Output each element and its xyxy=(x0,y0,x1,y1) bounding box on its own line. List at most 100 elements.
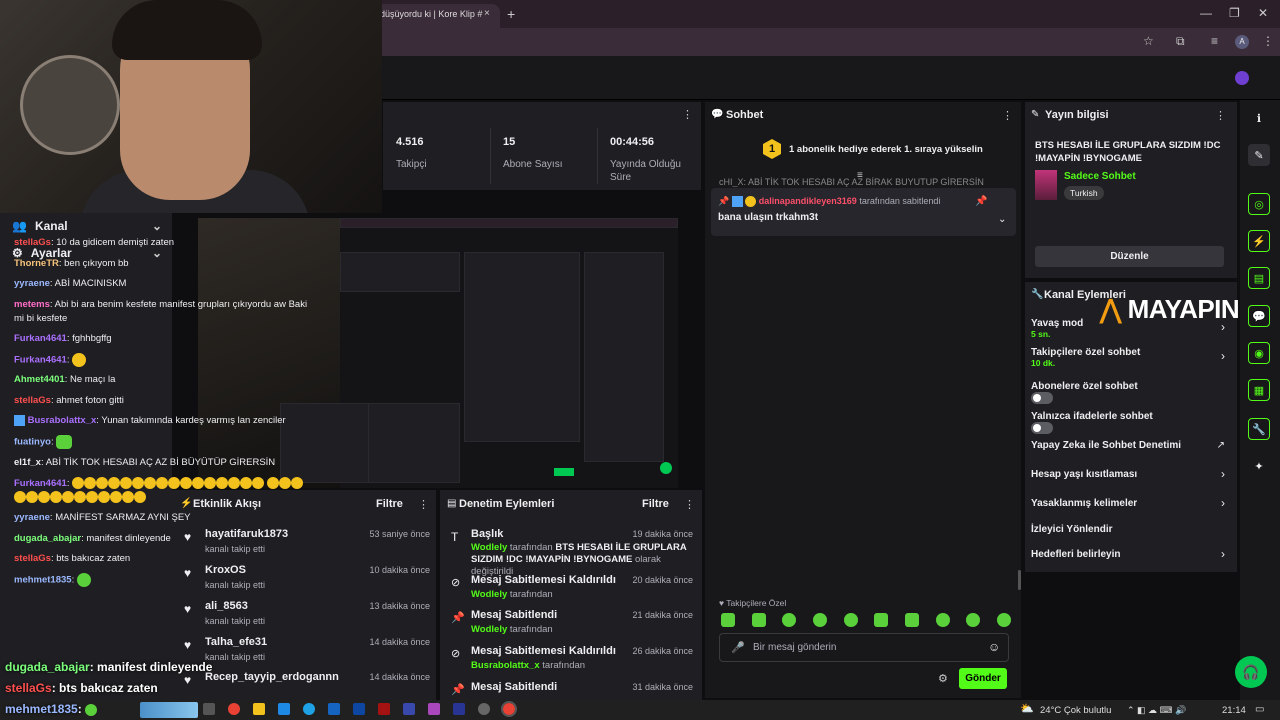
mod-filter-button[interactable]: Filtre xyxy=(642,498,669,510)
media-icon[interactable]: ≡ xyxy=(1211,34,1218,48)
chat-user[interactable]: yyraene xyxy=(14,278,50,289)
taskbar-clock[interactable]: 21:14 xyxy=(1222,705,1246,716)
info-icon[interactable]: ℹ xyxy=(1248,107,1270,129)
emote-only-toggle[interactable] xyxy=(1031,422,1053,434)
chat-user[interactable]: ThorneTR xyxy=(14,258,59,269)
edit-icon[interactable]: ✎ xyxy=(1248,144,1270,166)
action-goals[interactable]: Hedefleri belirleyin › xyxy=(1031,547,1227,561)
action-emote-only[interactable]: Yalnızca ifadelerle sohbet xyxy=(1031,411,1227,434)
emote-icon[interactable] xyxy=(996,613,1011,627)
minimize-button[interactable]: — xyxy=(1200,6,1212,20)
layout-icon[interactable]: ▦ xyxy=(1248,379,1270,401)
weather-text[interactable]: 24°C Çok bulutlu xyxy=(1040,705,1111,716)
bookmark-star-icon[interactable]: ☆ xyxy=(1143,34,1154,48)
edit-button[interactable]: Düzenle xyxy=(1035,246,1224,267)
pinned-user[interactable]: dalinapandikleyen3169 xyxy=(759,196,857,206)
premiere-icon[interactable] xyxy=(453,703,465,715)
profile-avatar[interactable]: A xyxy=(1235,35,1249,49)
chat-user[interactable]: Ahmet4401 xyxy=(14,374,65,385)
shapes-icon[interactable]: ✦ xyxy=(1248,455,1270,477)
chat-user[interactable]: fuatinyo xyxy=(14,437,51,448)
emote-icon[interactable] xyxy=(782,613,797,627)
emote-icon[interactable] xyxy=(904,613,919,627)
photoshop-icon[interactable] xyxy=(353,703,365,715)
emote-icon[interactable] xyxy=(721,613,735,627)
mod-user[interactable]: Busrabolattx_x xyxy=(471,660,540,671)
pinned-message[interactable]: 📌 dalinapandikleyen3169 tarafından sabit… xyxy=(711,188,1016,236)
language-tag[interactable]: Turkish xyxy=(1064,186,1104,200)
chat-menu-icon[interactable]: ⋮ xyxy=(1002,109,1013,122)
emote-icon[interactable] xyxy=(751,613,766,627)
obs-icon[interactable] xyxy=(478,703,490,715)
action-slow-mode[interactable]: Yavaş mod 5 sn. › xyxy=(1031,318,1227,339)
emote-icon[interactable] xyxy=(843,613,858,627)
chat-user[interactable]: stellaGs xyxy=(14,553,51,564)
chevron-down-icon[interactable]: ⌄ xyxy=(998,214,1006,225)
activity-filter-button[interactable]: Filtre xyxy=(376,498,403,510)
emote-icon[interactable] xyxy=(72,353,87,367)
emote-icon[interactable] xyxy=(812,613,827,627)
chat-user[interactable]: metems xyxy=(14,299,50,310)
sidebar-item-kanal[interactable]: 👥 Kanal ⌄ xyxy=(12,216,162,236)
gift-banner-text[interactable]: 1 abonelik hediye ederek 1. sıraya yükse… xyxy=(789,144,983,155)
mod-user[interactable]: Wodlely xyxy=(471,542,507,553)
chat-user[interactable]: Furkan4641 xyxy=(14,355,67,366)
tab-close-icon[interactable]: × xyxy=(484,8,490,19)
stream-category[interactable]: Sadece Sohbet xyxy=(1064,171,1136,182)
chat-user[interactable]: yyraene xyxy=(14,512,50,523)
activity-menu-icon[interactable]: ⋮ xyxy=(418,498,429,511)
action-raid[interactable]: İzleyici Yönlendir xyxy=(1031,524,1227,535)
close-window-button[interactable]: ✕ xyxy=(1258,6,1268,20)
app-icon[interactable] xyxy=(403,703,415,715)
chrome-icon[interactable] xyxy=(228,703,240,715)
action-account-age[interactable]: Hesap yaşı kısıtlaması › xyxy=(1031,467,1227,481)
emote-icon[interactable] xyxy=(966,613,981,627)
chat-user[interactable]: el1f_x xyxy=(14,457,41,468)
chat-user[interactable]: stellaGs xyxy=(14,395,51,406)
chat-user[interactable]: Furkan4641 xyxy=(14,478,67,489)
pin-icon[interactable]: 📌 xyxy=(975,196,987,207)
wrench-icon[interactable]: 🔧 xyxy=(1248,418,1270,440)
new-tab-button[interactable]: + xyxy=(507,6,515,22)
task-view-icon[interactable] xyxy=(203,703,215,715)
clipboard-icon[interactable]: ▤ xyxy=(1248,267,1270,289)
broadcast-icon[interactable]: ◉ xyxy=(1248,342,1270,364)
mod-user[interactable]: Wodlely xyxy=(471,624,507,635)
action-subs-only[interactable]: Abonelere özel sohbet xyxy=(1031,381,1227,404)
chrome-active-icon[interactable] xyxy=(501,701,517,717)
store-icon[interactable] xyxy=(278,703,290,715)
stream-info-menu-icon[interactable]: ⋮ xyxy=(1215,109,1226,122)
mod-user[interactable]: Wodlely xyxy=(471,589,507,600)
microphone-icon[interactable]: 🎤 xyxy=(731,641,745,654)
emote-icon[interactable] xyxy=(56,435,73,449)
edge-icon[interactable] xyxy=(303,703,315,715)
notification-icon[interactable]: ▭ xyxy=(1255,704,1264,715)
target-icon[interactable]: ◎ xyxy=(1248,193,1270,215)
chat-scrollbar[interactable] xyxy=(1018,570,1021,590)
chat-user[interactable]: Furkan4641 xyxy=(14,333,67,344)
chat-user[interactable]: mehmet1835 xyxy=(14,575,72,586)
emoji-icon[interactable]: ☺ xyxy=(988,640,1000,654)
file-explorer-icon[interactable] xyxy=(253,703,265,715)
tray-icons[interactable]: ⌃ ◧ ☁ ⌨ 🔊 xyxy=(1127,705,1186,716)
extensions-icon[interactable]: ⧉ xyxy=(1176,34,1185,49)
app-icon[interactable] xyxy=(328,703,340,715)
illustrator-icon[interactable] xyxy=(378,703,390,715)
chat-user[interactable]: dugada_abajar xyxy=(14,533,81,544)
support-headset-button[interactable]: 🎧 xyxy=(1235,656,1267,688)
chat-icon[interactable]: 💬 xyxy=(1248,305,1270,327)
browser-tab[interactable]: düşüyordu ki | Kore Klip # xyxy=(372,4,500,28)
category-thumbnail[interactable] xyxy=(1035,170,1057,200)
stats-menu-icon[interactable]: ⋮ xyxy=(682,108,693,121)
chat-user[interactable]: Busrabolattx_x xyxy=(28,415,97,426)
chat-settings-gear-icon[interactable]: ⚙ xyxy=(938,672,948,685)
emote-icon[interactable] xyxy=(874,613,889,627)
send-button[interactable]: Gönder xyxy=(959,668,1007,689)
action-banned-words[interactable]: Yasaklanmış kelimeler › xyxy=(1031,496,1227,510)
maximize-button[interactable]: ❐ xyxy=(1229,6,1240,20)
subs-only-toggle[interactable] xyxy=(1031,392,1053,404)
browser-menu-icon[interactable]: ⋮ xyxy=(1262,34,1274,48)
emote-icon[interactable] xyxy=(935,613,950,627)
app-icon[interactable] xyxy=(428,703,440,715)
lightning-icon[interactable]: ⚡ xyxy=(1248,230,1270,252)
